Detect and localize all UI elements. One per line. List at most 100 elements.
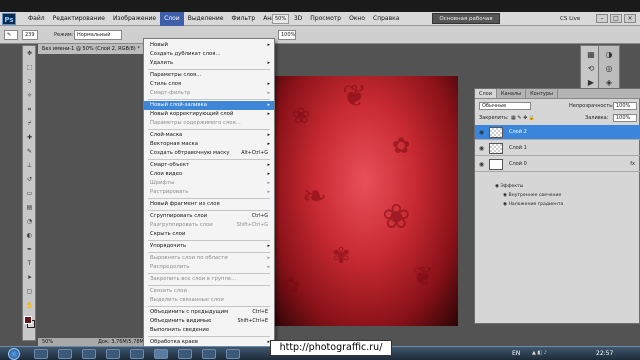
history-brush-tool-icon[interactable]: ↺: [25, 176, 34, 183]
maximize-icon[interactable]: □: [610, 14, 622, 23]
brush-size-field[interactable]: 239: [22, 30, 38, 40]
menu-option[interactable]: Объединить с предыдущим Ctrl+E: [144, 308, 274, 317]
menu-item[interactable]: 3D: [290, 12, 306, 26]
menu-item[interactable]: Просмотр: [306, 12, 345, 26]
effects-row[interactable]: ◉ Эффекты: [495, 183, 635, 191]
photoshop-taskbar-icon[interactable]: [154, 349, 168, 359]
swatches-panel-icon[interactable]: ▦: [585, 50, 597, 59]
eye-icon[interactable]: ◉: [478, 145, 485, 152]
effect-row[interactable]: ◉ Наложение градиента: [503, 201, 640, 209]
app-taskbar-icon[interactable]: [202, 349, 216, 359]
app-taskbar-icon[interactable]: [130, 349, 144, 359]
tool-preset-picker[interactable]: ✎: [4, 30, 18, 40]
app-taskbar-icon[interactable]: [178, 349, 192, 359]
menu-option[interactable]: Обработка краев ▸: [144, 338, 274, 346]
brush-tool-icon[interactable]: ✎: [25, 148, 34, 155]
layer-opacity-field[interactable]: 100%: [613, 102, 637, 110]
eyedropper-tool-icon[interactable]: ⌿: [25, 120, 34, 127]
layer-name[interactable]: Слой 1: [509, 141, 527, 156]
mode-select[interactable]: Нормальный: [74, 30, 122, 40]
menu-item[interactable]: Справка: [369, 12, 403, 26]
menu-option[interactable]: Удалить ▸: [144, 59, 274, 68]
layer-thumbnail[interactable]: [489, 159, 503, 170]
chrome-taskbar-icon[interactable]: [58, 349, 72, 359]
foreground-color-swatch[interactable]: [24, 316, 32, 324]
hand-tool-icon[interactable]: ✋: [25, 302, 34, 309]
eraser-tool-icon[interactable]: ▭: [25, 190, 34, 197]
quick-select-tool-icon[interactable]: ✧: [25, 92, 34, 99]
pen-tool-icon[interactable]: ✒: [25, 246, 34, 253]
media-taskbar-icon[interactable]: [106, 349, 120, 359]
menu-item[interactable]: Редактирование: [49, 12, 109, 26]
fill-field[interactable]: 100%: [613, 114, 637, 122]
menu-option[interactable]: Сгруппировать слои Ctrl+G: [144, 212, 274, 221]
clock[interactable]: 22:57: [596, 347, 613, 360]
language-indicator[interactable]: EN: [512, 347, 520, 360]
adjustments-panel-icon[interactable]: ◑: [603, 50, 615, 59]
shape-tool-icon[interactable]: ▢: [25, 288, 34, 295]
menu-option[interactable]: Упорядочить ▸: [144, 242, 274, 251]
healing-tool-icon[interactable]: ✚: [25, 134, 34, 141]
dodge-tool-icon[interactable]: ◐: [25, 232, 34, 239]
menu-option[interactable]: Слой-маска ▸: [144, 131, 274, 140]
actions-panel-icon[interactable]: ▶: [585, 78, 597, 87]
layers-panel-icon[interactable]: ◈: [603, 78, 615, 87]
eye-icon[interactable]: ◉: [478, 129, 485, 136]
layer-thumbnail[interactable]: [489, 143, 503, 154]
layer-row[interactable]: ◉ Слой 1: [475, 141, 640, 156]
move-tool-icon[interactable]: ✥: [25, 50, 34, 57]
lock-icons[interactable]: ▦ ✎ ✥ 🔒: [511, 113, 535, 123]
cs-live-button[interactable]: CS Live: [560, 14, 580, 24]
menu-option[interactable]: Объединить видимые Shift+Ctrl+E: [144, 317, 274, 326]
panel-tab[interactable]: Каналы: [497, 89, 527, 98]
menu-option[interactable]: Смарт-объект ▸: [144, 161, 274, 170]
start-button[interactable]: [8, 348, 20, 360]
menu-item[interactable]: Выделение: [184, 12, 228, 26]
masks-panel-icon[interactable]: ◎: [603, 64, 615, 73]
layer-row[interactable]: ◉ Слой 2: [475, 125, 640, 140]
workspace-button[interactable]: Основная рабочая среда: [432, 13, 500, 33]
minimize-icon[interactable]: –: [596, 14, 608, 23]
eye-icon[interactable]: ◉: [478, 161, 485, 168]
menu-option[interactable]: Создать обтравочную маску Alt+Ctrl+G: [144, 149, 274, 158]
history-panel-icon[interactable]: ⟲: [585, 64, 597, 73]
menu-option[interactable]: Стиль слоя ▸: [144, 80, 274, 89]
ie-taskbar-icon[interactable]: [34, 349, 48, 359]
menu-item[interactable]: Фильтр: [227, 12, 259, 26]
menu-option[interactable]: Создать дубликат слоя...: [144, 50, 274, 59]
blur-tool-icon[interactable]: ◔: [25, 218, 34, 225]
layer-name[interactable]: Слой 0: [509, 157, 527, 172]
layer-row[interactable]: ◉ Слой 0 fx: [475, 157, 640, 172]
menu-option[interactable]: Параметры слоя...: [144, 71, 274, 80]
gradient-tool-icon[interactable]: ▤: [25, 204, 34, 211]
document-tab[interactable]: Без имени-1 @ 50% (Слой 2, RGB/8) *: [38, 44, 148, 54]
stamp-tool-icon[interactable]: ⊥: [25, 162, 34, 169]
marquee-tool-icon[interactable]: ⬚: [25, 64, 34, 71]
panel-tab[interactable]: Слои: [475, 89, 497, 98]
menu-option[interactable]: Слои видео ▸: [144, 170, 274, 179]
explorer-taskbar-icon[interactable]: [82, 349, 96, 359]
panel-tab[interactable]: Контуры: [526, 89, 558, 98]
menu-option[interactable]: Векторная маска ▸: [144, 140, 274, 149]
lasso-tool-icon[interactable]: ↄ: [25, 78, 34, 85]
opacity-field[interactable]: 100%: [278, 30, 296, 40]
status-zoom[interactable]: 50%: [42, 338, 53, 346]
menu-option[interactable]: Новый корректирующий слой ▸: [144, 110, 274, 119]
menu-option[interactable]: Новый фрагмент из слоя: [144, 200, 274, 209]
tray-icons[interactable]: ▲ ◧ ♪: [532, 350, 547, 356]
path-select-tool-icon[interactable]: ➤: [25, 274, 34, 281]
zoom-select[interactable]: 50%: [272, 14, 290, 24]
menu-item[interactable]: Слои: [160, 12, 184, 26]
fx-icon[interactable]: fx: [630, 157, 635, 172]
menu-option[interactable]: Скрыть слои: [144, 230, 274, 239]
effect-row[interactable]: ◉ Внутреннее свечение: [503, 192, 640, 200]
layer-name[interactable]: Слой 2: [509, 125, 527, 140]
menu-option[interactable]: Новый слой-заливка ▸: [144, 101, 274, 110]
menu-option[interactable]: Выполнить сведение: [144, 326, 274, 335]
menu-item[interactable]: Файл: [24, 12, 49, 26]
app-taskbar-icon[interactable]: [226, 349, 240, 359]
blend-mode-select[interactable]: Обычные: [479, 102, 531, 110]
document-canvas[interactable]: ❀ ❦ ✿ ❧ ❀ ✾ ❦ ✿: [272, 76, 458, 326]
type-tool-icon[interactable]: T: [25, 260, 34, 267]
crop-tool-icon[interactable]: ⌗: [25, 106, 34, 113]
